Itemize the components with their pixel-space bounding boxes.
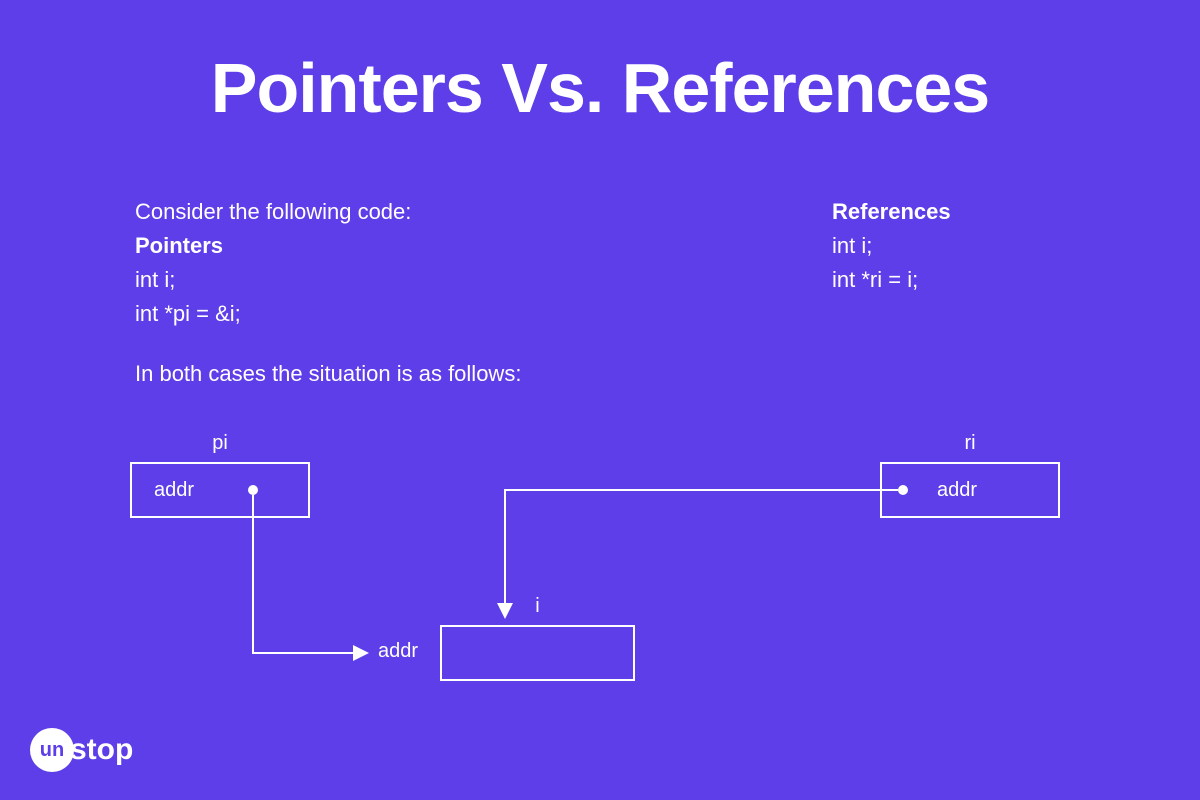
pointers-code-line-2: int *pi = &i; bbox=[135, 297, 555, 331]
pointers-column: Consider the following code: Pointers in… bbox=[135, 195, 555, 331]
situation-text: In both cases the situation is as follow… bbox=[135, 361, 1092, 387]
logo-circle: un bbox=[30, 728, 74, 772]
references-code-line-2: int *ri = i; bbox=[832, 263, 1092, 297]
memory-diagram: pi addr ri addr i addr bbox=[0, 420, 1200, 740]
references-code-line-1: int i; bbox=[832, 229, 1092, 263]
references-column: References int i; int *ri = i; bbox=[832, 195, 1092, 331]
code-columns: Consider the following code: Pointers in… bbox=[135, 195, 1092, 331]
pointers-heading: Pointers bbox=[135, 229, 555, 263]
logo-text: stop bbox=[70, 733, 133, 767]
arrows-svg bbox=[0, 420, 1200, 740]
brand-logo: un stop bbox=[30, 728, 133, 772]
page-title: Pointers Vs. References bbox=[0, 0, 1200, 128]
content-area: Consider the following code: Pointers in… bbox=[135, 195, 1092, 387]
references-heading: References bbox=[832, 195, 1092, 229]
pointers-code-line-1: int i; bbox=[135, 263, 555, 297]
intro-text: Consider the following code: bbox=[135, 195, 555, 229]
